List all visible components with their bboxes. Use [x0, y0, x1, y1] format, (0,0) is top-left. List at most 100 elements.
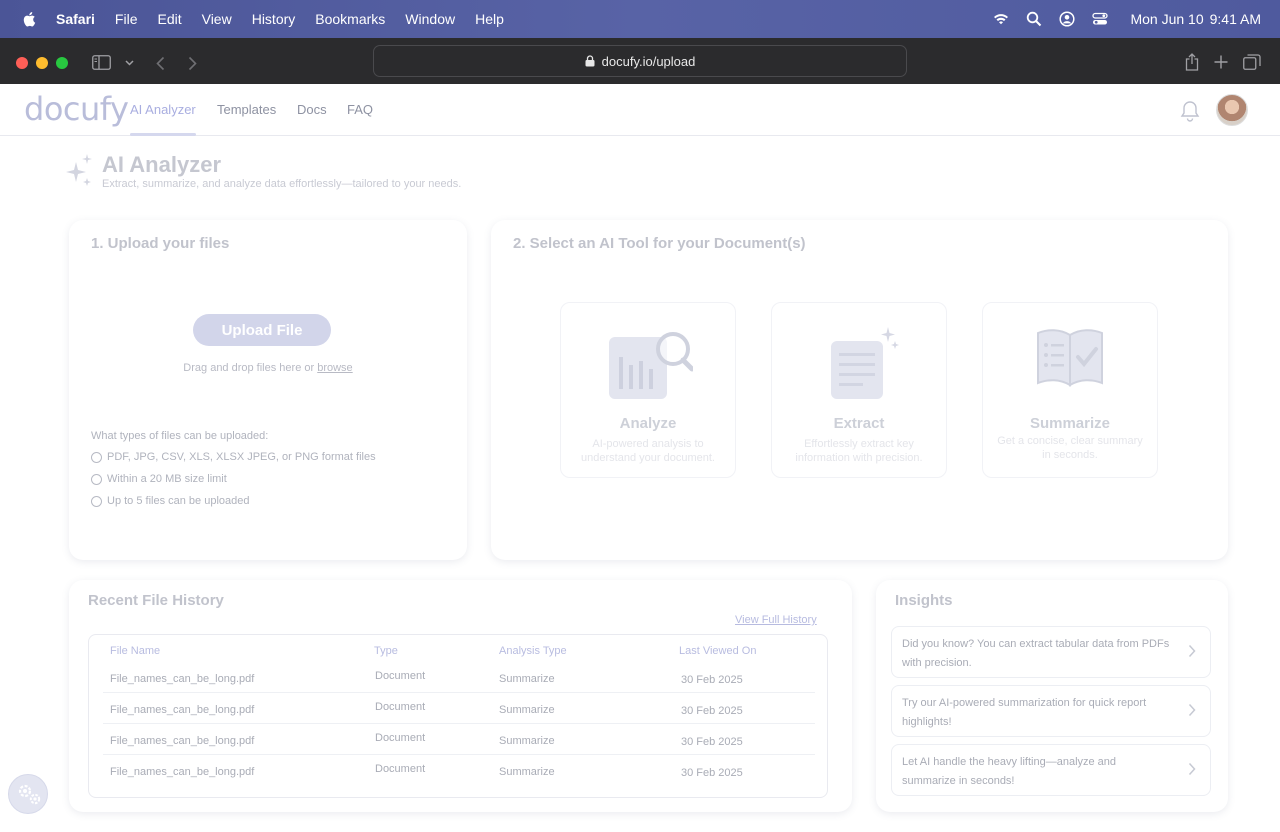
radio-icon — [91, 495, 102, 507]
app-navbar: docufy AI Analyzer Templates Docs FAQ — [0, 84, 1280, 136]
tool-name: Summarize — [1029, 415, 1111, 432]
table-row[interactable]: File_names_can_be_long.pdf Document Summ… — [103, 755, 815, 786]
chevron-right-icon — [1188, 703, 1196, 717]
analysis-type-cell: Summarize — [499, 673, 555, 685]
tool-analyze[interactable]: Analyze AI-powered analysis to understan… — [560, 302, 736, 478]
browser-toolbar: docufy.io/upload — [0, 38, 1280, 84]
type-cell: Document — [375, 763, 426, 775]
ai-tools-title: 2. Select an AI Tool for your Document(s… — [513, 235, 806, 252]
history-title: Recent File History — [88, 592, 224, 609]
insights-card: Insights Did you know? You can extract t… — [876, 580, 1228, 812]
column-header[interactable]: File Name — [110, 645, 160, 657]
menu-edit[interactable]: Edit — [157, 11, 181, 27]
file-name-cell: File_names_can_be_long.pdf — [110, 673, 255, 685]
table-row[interactable]: File_names_can_be_long.pdf Document Summ… — [103, 662, 815, 693]
last-viewed-cell: 30 Feb 2025 — [681, 736, 743, 748]
gear-icon — [18, 784, 41, 805]
table-row[interactable]: File_names_can_be_long.pdf Document Summ… — [103, 724, 815, 755]
last-viewed-cell: 30 Feb 2025 — [681, 674, 743, 686]
insight-item[interactable]: Let AI handle the heavy lifting—analyze … — [891, 744, 1211, 796]
macos-menubar: Safari File Edit View History Bookmarks … — [0, 0, 1280, 38]
file-type-item: PDF, JPG, CSV, XLS, XLSX JPEG, or PNG fo… — [91, 451, 376, 463]
menu-app-safari[interactable]: Safari — [56, 11, 95, 27]
file-name-cell: File_names_can_be_long.pdf — [110, 735, 255, 747]
chevron-down-icon[interactable] — [125, 60, 134, 66]
tab-ai-analyzer[interactable]: AI Analyzer — [130, 102, 196, 136]
drag-drop-text: Drag and drop files here or — [183, 362, 318, 374]
table-row[interactable]: File_names_can_be_long.pdf Document Summ… — [103, 693, 815, 724]
open-book-icon — [1037, 329, 1103, 387]
insight-text: Try our AI-powered summarization for qui… — [902, 697, 1147, 728]
close-window-button[interactable] — [16, 57, 28, 69]
menu-view[interactable]: View — [202, 11, 232, 27]
analysis-type-cell: Summarize — [499, 735, 555, 747]
back-icon[interactable] — [156, 56, 165, 71]
menu-bookmarks[interactable]: Bookmarks — [315, 11, 385, 27]
insight-item[interactable]: Try our AI-powered summarization for qui… — [891, 685, 1211, 737]
analyze-icon — [609, 332, 693, 399]
column-header[interactable]: Type — [374, 645, 398, 657]
menu-window[interactable]: Window — [405, 11, 455, 27]
chevron-right-icon — [1188, 762, 1196, 776]
column-header[interactable]: Analysis Type — [499, 645, 567, 657]
type-cell: Document — [375, 701, 426, 713]
zoom-window-button[interactable] — [56, 57, 68, 69]
extract-icon — [831, 327, 899, 399]
address-bar[interactable]: docufy.io/upload — [373, 45, 907, 77]
minimize-window-button[interactable] — [36, 57, 48, 69]
tool-extract[interactable]: Extract Effortlessly extract key informa… — [771, 302, 947, 478]
tool-description: Get a concise, clear summary in seconds. — [997, 435, 1143, 461]
tool-description: AI-powered analysis to understand your d… — [581, 438, 715, 464]
tab-docs[interactable]: Docs — [297, 102, 327, 117]
file-type-text: Within a 20 MB size limit — [107, 473, 227, 485]
upload-file-button[interactable]: Upload File — [193, 314, 331, 346]
file-type-item: Within a 20 MB size limit — [91, 473, 227, 485]
menu-file[interactable]: File — [115, 11, 138, 27]
new-tab-icon[interactable] — [1214, 55, 1228, 69]
menu-history[interactable]: History — [252, 11, 296, 27]
avatar[interactable] — [1216, 94, 1248, 126]
column-header[interactable]: Last Viewed On — [679, 645, 756, 657]
file-name-cell: File_names_can_be_long.pdf — [110, 704, 255, 716]
type-cell: Document — [375, 732, 426, 744]
settings-fab-button[interactable] — [8, 774, 48, 814]
docufy-logo[interactable]: docufy — [24, 90, 129, 128]
control-center-icon[interactable] — [1092, 11, 1109, 27]
tab-templates[interactable]: Templates — [217, 102, 276, 117]
radio-icon — [91, 451, 102, 463]
tab-faq[interactable]: FAQ — [347, 102, 373, 117]
date-label: Mon Jun 10 — [1130, 11, 1204, 27]
upload-card-title: 1. Upload your files — [91, 235, 230, 252]
apple-icon[interactable] — [22, 10, 38, 28]
file-name-cell: File_names_can_be_long.pdf — [110, 766, 255, 778]
browse-link[interactable]: browse — [317, 362, 352, 374]
wifi-icon[interactable] — [993, 11, 1009, 27]
forward-icon[interactable] — [188, 56, 197, 71]
history-table: File Name Type Analysis Type Last Viewed… — [88, 634, 828, 798]
view-full-history-link[interactable]: View Full History — [735, 614, 817, 626]
radio-icon — [91, 473, 102, 485]
analysis-type-cell: Summarize — [499, 704, 555, 716]
insight-item[interactable]: Did you know? You can extract tabular da… — [891, 626, 1211, 678]
search-icon[interactable] — [1026, 11, 1042, 27]
user-icon[interactable] — [1059, 11, 1076, 27]
tab-overview-icon[interactable] — [1243, 54, 1261, 70]
tool-name: Analyze — [619, 415, 677, 432]
share-icon[interactable] — [1185, 53, 1199, 71]
bell-icon[interactable] — [1180, 100, 1200, 122]
last-viewed-cell: 30 Feb 2025 — [681, 767, 743, 779]
ai-tools-card: 2. Select an AI Tool for your Document(s… — [491, 220, 1228, 560]
file-type-item: Up to 5 files can be uploaded — [91, 495, 250, 507]
clock[interactable]: Mon Jun 10 9:41 AM — [1130, 11, 1261, 27]
sparkle-icon — [66, 154, 92, 186]
file-type-text: PDF, JPG, CSV, XLS, XLSX JPEG, or PNG fo… — [107, 451, 376, 463]
type-cell: Document — [375, 670, 426, 682]
tool-summarize[interactable]: Summarize Get a concise, clear summary i… — [982, 302, 1158, 478]
sidebar-toggle-icon[interactable] — [92, 55, 111, 70]
drag-drop-hint: Drag and drop files here or browse — [69, 362, 467, 374]
tool-name: Extract — [833, 415, 885, 432]
menu-help[interactable]: Help — [475, 11, 504, 27]
file-type-text: Up to 5 files can be uploaded — [107, 495, 250, 507]
insight-text: Did you know? You can extract tabular da… — [902, 638, 1170, 669]
last-viewed-cell: 30 Feb 2025 — [681, 705, 743, 717]
